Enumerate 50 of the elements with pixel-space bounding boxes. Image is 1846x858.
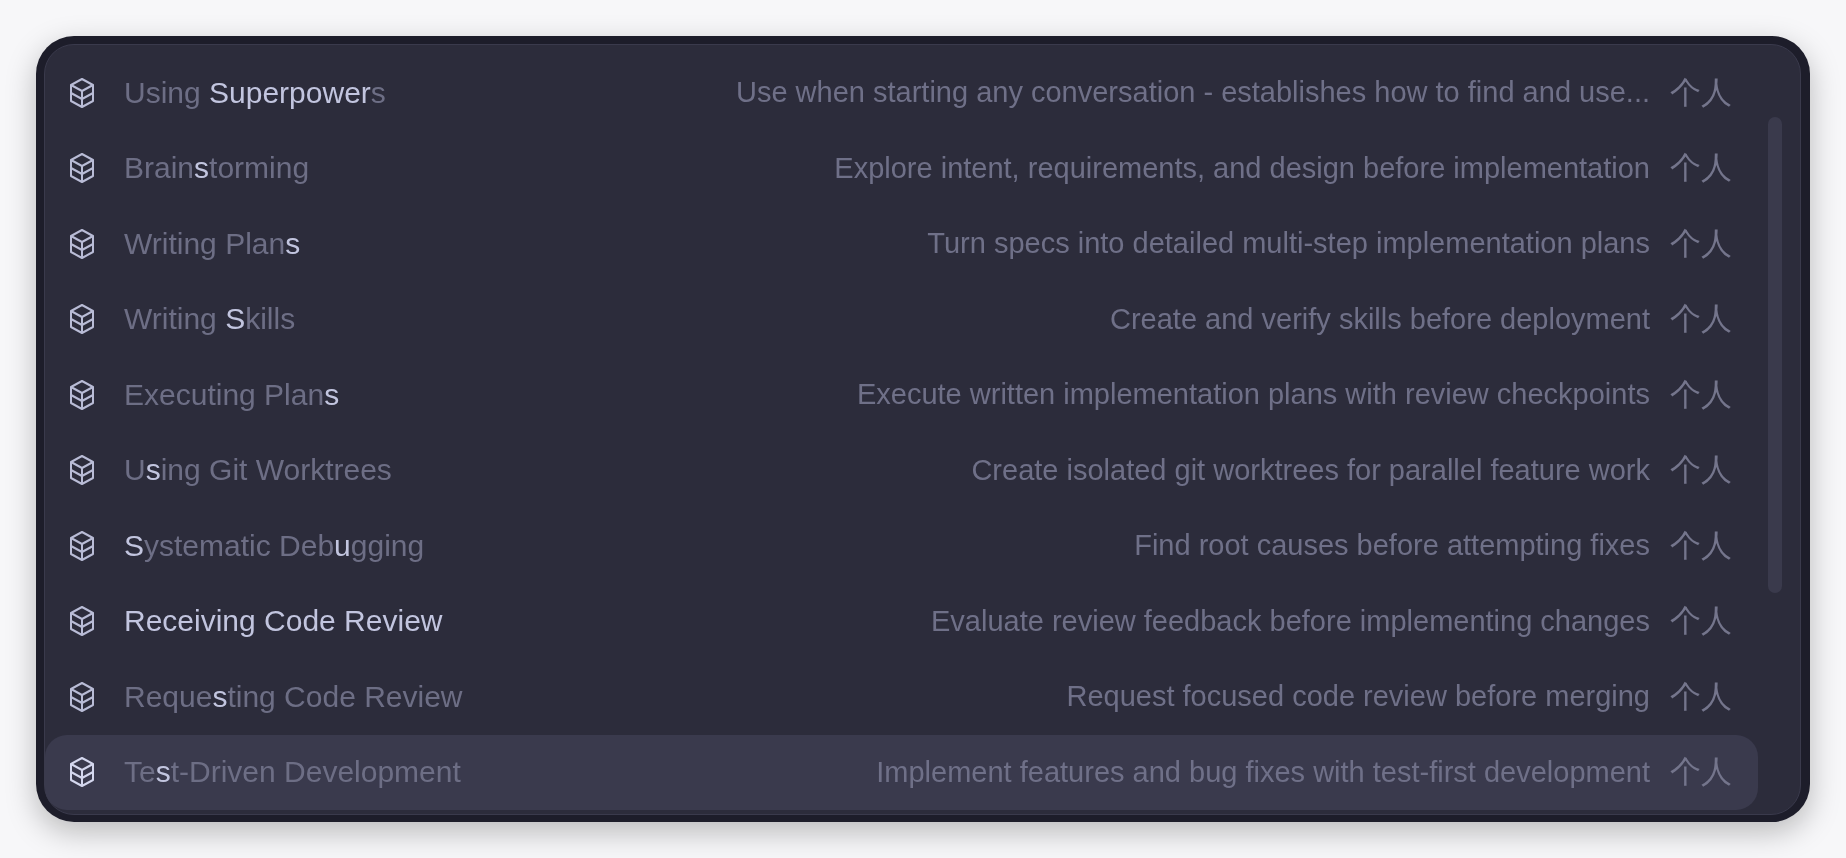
skill-name: Using Superpowers: [124, 75, 386, 110]
scope-label: 个人: [1670, 752, 1732, 792]
scope-label: 个人: [1670, 223, 1732, 263]
scope-label: 个人: [1670, 374, 1732, 414]
skill-item[interactable]: Systematic Debugging Find root causes before attempting fixes 个人: [45, 508, 1758, 584]
skill-item[interactable]: Writing Plans Turn specs into detailed multi-step implementation plans 个人: [45, 206, 1758, 282]
skill-name: Systematic Debugging: [124, 528, 425, 563]
scope-label: 个人: [1670, 601, 1732, 641]
cube-icon: [69, 227, 95, 260]
skill-name: Using Git Worktrees: [124, 453, 392, 488]
skill-item[interactable]: Receiving Code Review Evaluate review feedback before implementing changes 个人: [45, 583, 1758, 659]
skill-description: Use when starting any conversation - establishes how to find and use...: [735, 76, 1650, 110]
skill-item[interactable]: Test-Driven Development Implement features and bug fixes with test-first development 个人: [45, 734, 1758, 810]
skill-description: Implement features and bug fixes with test-first development: [875, 755, 1650, 789]
scope-label: 个人: [1670, 676, 1732, 716]
skill-description: Find root causes before attempting fixes: [1133, 529, 1650, 563]
skill-item[interactable]: Executing Plans Execute written implementation plans with review checkpoints 个人: [45, 357, 1758, 433]
skill-description: Evaluate review feedback before implementing changes: [930, 604, 1650, 638]
skill-name: Executing Plans: [124, 377, 340, 412]
skill-description: Request focused code review before merging: [1065, 680, 1650, 714]
cube-icon: [69, 454, 95, 487]
scope-label: 个人: [1670, 148, 1732, 188]
skill-description: Create isolated git worktrees for parallel feature work: [970, 453, 1650, 487]
skill-item[interactable]: Brainstorming Explore intent, requirements, and design before implementation 个人: [45, 130, 1758, 206]
scope-label: 个人: [1670, 525, 1732, 565]
skill-name: Test-Driven Development: [124, 755, 461, 790]
cube-icon: [69, 378, 95, 411]
skill-description: Turn specs into detailed multi-step implementation plans: [926, 227, 1650, 261]
scope-label: 个人: [1670, 450, 1732, 490]
skill-name: Receiving Code Review: [124, 604, 443, 639]
cube-icon: [69, 680, 95, 713]
cube-icon: [69, 76, 95, 109]
scope-label: 个人: [1670, 72, 1732, 112]
cube-icon: [69, 529, 95, 562]
cube-icon: [69, 605, 95, 638]
skill-item[interactable]: Using Superpowers Use when starting any conversation - establishes how to find and use... 个人: [45, 55, 1758, 131]
skill-item[interactable]: Using Git Worktrees Create isolated git worktrees for parallel feature work 个人: [45, 432, 1758, 508]
skill-item[interactable]: Requesting Code Review Request focused code review before merging 个人: [45, 659, 1758, 735]
skill-name: Requesting Code Review: [124, 679, 463, 714]
skill-name: Writing Skills: [124, 302, 296, 337]
cube-icon: [69, 152, 95, 185]
scope-label: 个人: [1670, 299, 1732, 339]
skill-description: Create and verify skills before deployment: [1109, 302, 1650, 336]
cube-icon: [69, 756, 95, 789]
skill-name: Brainstorming: [124, 151, 310, 186]
skill-description: Explore intent, requirements, and design before implementation: [833, 151, 1650, 185]
skill-item[interactable]: Writing Skills Create and verify skills before deployment 个人: [45, 281, 1758, 357]
skill-description: Execute written implementation plans with review checkpoints: [855, 378, 1650, 412]
cube-icon: [69, 303, 95, 336]
skill-name: Writing Plans: [124, 226, 301, 261]
